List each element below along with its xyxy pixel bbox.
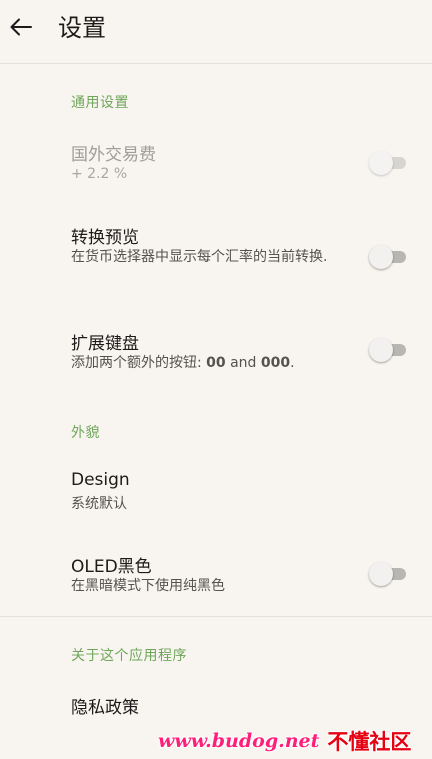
setting-design[interactable]: Design 系统默认 [0, 460, 432, 524]
oled-black-toggle[interactable] [369, 562, 406, 586]
extended-keyboard-desc-mid: and [225, 355, 261, 371]
settings-screen: 设置 通用设置 国外交易费 + 2.2 % 转换预览 在货币选择器中显示每个汇率… [0, 0, 432, 759]
section-header-appearance: 外貌 [71, 425, 100, 441]
toggle-thumb [369, 245, 393, 269]
conversion-preview-toggle[interactable] [369, 245, 406, 269]
watermark-text: 不懂社区 [327, 730, 412, 754]
watermark-url: www.budog.net [158, 730, 320, 752]
oled-black-title: OLED黑色 [71, 557, 152, 577]
setting-foreign-fee[interactable]: 国外交易费 + 2.2 % [0, 130, 432, 196]
extended-keyboard-toggle[interactable] [369, 338, 406, 362]
design-value: 系统默认 [71, 496, 127, 512]
foreign-fee-title: 国外交易费 [71, 145, 156, 165]
extended-keyboard-description: 添加两个额外的按钮: 00 and 000. [71, 352, 361, 375]
section-header-about: 关于这个应用程序 [71, 648, 187, 664]
section-divider [0, 616, 432, 617]
app-bar: 设置 [0, 0, 432, 64]
back-button[interactable] [8, 10, 34, 44]
page-title: 设置 [58, 14, 106, 42]
toggle-thumb [369, 562, 393, 586]
extended-keyboard-title: 扩展键盘 [71, 334, 139, 354]
section-header-general: 通用设置 [71, 95, 129, 111]
design-title: Design [71, 470, 130, 490]
extended-keyboard-desc-prefix: 添加两个额外的按钮: [71, 355, 207, 371]
setting-privacy-policy[interactable]: 隐私政策 [0, 684, 432, 724]
toggle-thumb [369, 151, 393, 175]
watermark: www.budog.net 不懂社区 [158, 726, 432, 756]
conversion-preview-title: 转换预览 [71, 228, 139, 248]
toggle-thumb [369, 338, 393, 362]
setting-oled-black[interactable]: OLED黑色 在黑暗模式下使用纯黑色 [0, 543, 432, 607]
setting-extended-keyboard[interactable]: 扩展键盘 添加两个额外的按钮: 00 and 000. [0, 320, 432, 384]
foreign-fee-value: + 2.2 % [71, 166, 128, 182]
foreign-fee-toggle[interactable] [369, 151, 406, 175]
extended-keyboard-desc-suffix: . [290, 355, 295, 371]
arrow-back-icon [10, 18, 32, 36]
extended-keyboard-desc-00: 00 [206, 355, 226, 371]
privacy-policy-title: 隐私政策 [71, 698, 139, 718]
setting-conversion-preview[interactable]: 转换预览 在货币选择器中显示每个汇率的当前转换. [0, 214, 432, 298]
conversion-preview-description: 在货币选择器中显示每个汇率的当前转换. [71, 249, 328, 265]
oled-black-description: 在黑暗模式下使用纯黑色 [71, 578, 225, 594]
extended-keyboard-desc-000: 000 [260, 355, 291, 371]
